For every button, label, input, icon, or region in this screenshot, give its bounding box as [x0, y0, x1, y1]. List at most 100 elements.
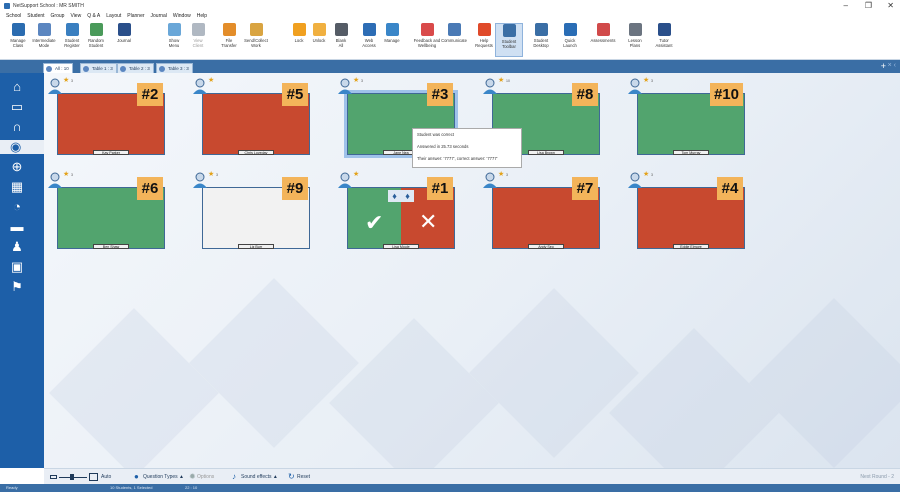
student-card[interactable]: Kay Parker #2 ★ 3	[44, 77, 165, 155]
ribbon-label: Assessments	[590, 38, 616, 43]
star-icon: ★	[63, 77, 70, 84]
menu-student[interactable]: Student	[27, 12, 44, 20]
incorrect-cross-icon[interactable]: ✕	[419, 211, 437, 233]
menu-view[interactable]: View	[70, 12, 81, 20]
feedback-button[interactable]: Feedback and Wellbeing	[413, 23, 441, 57]
student-card[interactable]: Andy Seo #7 ★ 3	[479, 171, 600, 249]
chart-icon[interactable]: ⚑	[9, 280, 25, 294]
student-card[interactable]: ✔ ✕ ♦ ♦ Lisa Moule #1 ★	[334, 171, 455, 249]
mode-button[interactable]: Intermediate Mode	[30, 23, 58, 57]
student-avatar-icon	[46, 77, 64, 95]
journal-button[interactable]: Journal	[110, 23, 138, 57]
ribbon-label: File Transfer	[221, 38, 237, 48]
ribbon-label: Quick Launch	[563, 38, 577, 48]
tooltip-result: Student was correct	[417, 132, 455, 137]
reset-button[interactable]: Reset	[297, 472, 310, 482]
help-button[interactable]: Help Requests	[470, 23, 498, 57]
manage-class-button[interactable]: Manage Class	[4, 23, 32, 57]
grid-icon[interactable]: ▦	[9, 180, 25, 194]
ribbon-label: Intermediate Mode	[32, 38, 56, 48]
ribbon-label: Student Toolbar	[501, 39, 517, 49]
manage-button[interactable]: Manage	[378, 23, 406, 57]
toolbar-button[interactable]: Student Toolbar	[495, 23, 523, 57]
student-card[interactable]: Tom Murray #10 ★ 3	[624, 77, 745, 155]
tab-group-3[interactable]: Table 3 : 3	[156, 63, 193, 73]
student-card[interactable]: Eddie Elmore #4 ★ 3	[624, 171, 745, 249]
tooltip-answer: Their answer: '7777', correct answer: '7…	[417, 156, 498, 161]
communicate-button[interactable]: Communicate	[440, 23, 468, 57]
monitor-icon[interactable]: ▭	[9, 100, 25, 114]
star-count: 3	[651, 79, 653, 83]
question-types-button[interactable]: Question Types ▲	[143, 472, 184, 482]
menu-group[interactable]: Group	[51, 12, 65, 20]
menu-q-a[interactable]: Q & A	[87, 12, 100, 20]
ribbon-label: Blank All	[335, 38, 347, 48]
student-avatar-icon	[626, 171, 644, 189]
clock-icon[interactable]: ◔	[9, 200, 25, 214]
status-ready: Ready	[6, 485, 18, 490]
lesson-plans-button[interactable]: Lesson Plans	[621, 23, 649, 57]
menu-school[interactable]: School	[6, 12, 21, 20]
desktop-button[interactable]: Student Desktop	[527, 23, 555, 57]
next-round-button[interactable]: Next Round - 2	[860, 472, 894, 482]
tutor-assistant-button[interactable]: Tutor Assistant	[650, 23, 678, 57]
file-transfer-button[interactable]: File Transfer	[215, 23, 243, 57]
add-tab-button[interactable]: +	[881, 61, 886, 71]
sound-effects-button[interactable]: Sound effects ▲	[241, 472, 278, 482]
status-count: 22 : 10	[185, 485, 198, 490]
quick-launch-button[interactable]: Quick Launch	[556, 23, 584, 57]
zoom-slider[interactable]	[50, 472, 98, 482]
printer-icon[interactable]: ▬	[9, 220, 25, 234]
tab-group-2[interactable]: Table 2 : 3	[117, 63, 154, 73]
tab-group-1[interactable]: Table 1 : 3	[80, 63, 117, 73]
thumbs-up-icon[interactable]: ♦	[388, 190, 401, 202]
answer-tooltip: Student was correct Answered in 25.73 se…	[412, 128, 522, 168]
globe-icon[interactable]: ⊕	[9, 160, 25, 174]
menu-planner[interactable]: Planner	[127, 12, 144, 20]
menu-journal[interactable]: Journal	[151, 12, 167, 20]
student-card[interactable]: Ben Shaw #6 ★ 3	[44, 171, 165, 249]
view-client-button[interactable]: View Client	[184, 23, 212, 57]
student-avatar-icon	[481, 77, 499, 95]
manage-class-icon	[11, 23, 25, 36]
send-collect-button[interactable]: Send/Collect Work	[242, 23, 270, 57]
headphones-icon[interactable]: ∩	[9, 120, 25, 134]
star-icon: ★	[353, 171, 360, 178]
send-collect-icon	[249, 23, 263, 36]
assessments-button[interactable]: Assessments	[589, 23, 617, 57]
apps-icon[interactable]: ▣	[9, 260, 25, 274]
home-icon[interactable]: ⌂	[9, 80, 25, 94]
random-student-button[interactable]: Random Student	[82, 23, 110, 57]
options-button[interactable]: Options	[197, 472, 214, 482]
student-name-label: Lisa Moule	[383, 244, 419, 249]
qa-bottom-toolbar: Auto ● Question Types ▲ ✹ Options ♪ Soun…	[44, 468, 900, 484]
student-card[interactable]: Chris Loveday #5 ★	[189, 77, 310, 155]
close-button[interactable]: ✕	[887, 1, 894, 11]
users-icon[interactable]: ♟	[9, 240, 25, 254]
toolbar-icon	[502, 24, 516, 37]
maximize-button[interactable]: ❐	[865, 1, 872, 11]
star-icon: ★	[208, 77, 215, 84]
reset-icon: ↻	[288, 472, 295, 481]
close-tab-icon[interactable]: × ‹	[888, 62, 896, 69]
menu-help[interactable]: Help	[197, 12, 207, 20]
title-bar: NetSupport School : MR SMITH – ❐ ✕	[0, 0, 900, 12]
menu-layout[interactable]: Layout	[106, 12, 121, 20]
tab-group-0[interactable]: All : 10	[43, 63, 73, 73]
student-name-label: Liz Burr	[238, 244, 274, 249]
minimize-button[interactable]: –	[844, 1, 848, 11]
student-card[interactable]: Liz Burr #9 ★ 3	[189, 171, 310, 249]
qa-icon[interactable]: ◉	[0, 140, 44, 154]
slider-thumb[interactable]	[70, 474, 74, 480]
rank-badge: #3	[427, 83, 453, 106]
thumbs-down-icon[interactable]: ♦	[401, 190, 414, 202]
help-icon	[477, 23, 491, 36]
ribbon-label: Manage Class	[10, 38, 26, 48]
ribbon-label: Lesson Plans	[628, 38, 642, 48]
blank-button[interactable]: Blank All	[327, 23, 355, 57]
correct-check-icon[interactable]: ✔	[365, 212, 383, 234]
window-title: NetSupport School : MR SMITH	[13, 3, 84, 9]
menu-window[interactable]: Window	[173, 12, 191, 20]
student-avatar-icon	[46, 171, 64, 189]
auto-label[interactable]: Auto	[101, 472, 111, 482]
